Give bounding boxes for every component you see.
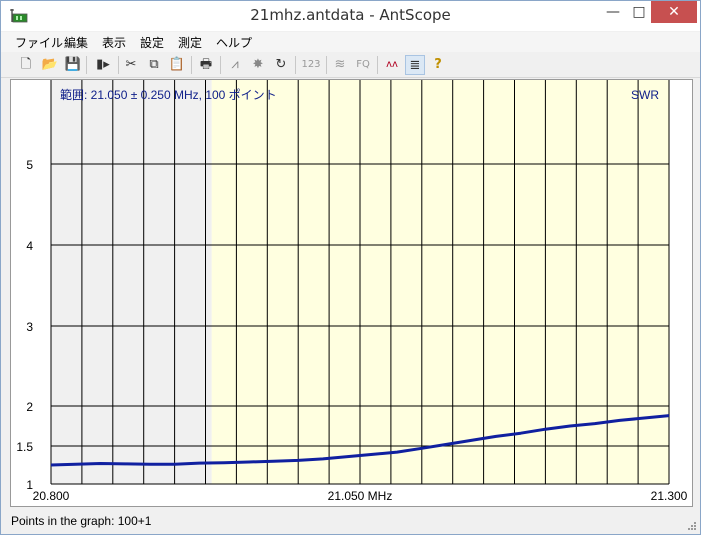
print-icon[interactable]: 🖶 [196,55,216,75]
window-title: 21mhz.antdata - AntScope [250,6,451,24]
wifi-icon[interactable]: ≋ [330,55,350,75]
toolbar: 🗋 📂 💾 ▮▸ ✂ ⧉ 📋 🖶 ⩘ ✸ ↻ 123 ≋ FQ ʌʌ ≣ ? [1,53,700,78]
refresh-icon[interactable]: ↻ [271,55,291,75]
menu-help[interactable]: ヘルプ [216,34,252,51]
swr-chart[interactable]: 11.5234520.800 21.050 MHz 21.300範囲: 21.050… [11,80,692,506]
title-bar: 21mhz.antdata - AntScope — □ ✕ [1,1,700,31]
import-icon[interactable]: ▮▸ [91,55,115,75]
paste-icon[interactable]: 📋 [167,55,187,75]
menu-measure[interactable]: 測定 [178,34,202,51]
toolbar-separator [191,56,192,74]
new-file-icon[interactable]: 🗋 [16,55,36,75]
y-tick-label: 5 [26,158,33,172]
x-tick-label: 21.050 MHz [328,489,393,503]
menu-edit[interactable]: 編集 [64,34,88,51]
menu-settings[interactable]: 設定 [140,34,164,51]
help-icon[interactable]: ? [428,55,448,75]
curves-icon[interactable]: ʌʌ [382,55,402,75]
open-folder-icon[interactable]: 📂 [40,55,60,75]
y-tick-label: 2 [26,400,33,414]
toolbar-separator [326,56,327,74]
y-tick-label: 4 [26,239,33,253]
status-points-text: Points in the graph: 100+1 [11,514,152,528]
close-button[interactable]: ✕ [651,1,697,23]
stop-icon[interactable]: ✸ [248,55,268,75]
app-window: 21mhz.antdata - AntScope — □ ✕ ファイル 編集 表… [0,0,701,535]
x-tick-label: 20.800 [33,489,70,503]
x-tick-label: 21.300 [651,489,688,503]
toolbar-separator [118,56,119,74]
plot-area[interactable]: 1 1.5 2 3 4 5 20.800 21.050 MHz 21.300 範囲: 21.050… [10,79,693,507]
notes-icon[interactable]: ≣ [405,55,425,75]
sweep-icon[interactable]: ⩘ [225,55,245,75]
menu-bar: ファイル 編集 表示 設定 測定 ヘルプ [1,32,700,52]
resize-grip-icon[interactable] [686,520,696,530]
numeric-icon[interactable]: 123 [298,55,324,75]
cut-icon[interactable]: ✂ [121,55,141,75]
menu-file[interactable]: ファイル [15,34,63,51]
out-of-band-region [51,80,212,484]
toolbar-separator [220,56,221,74]
menu-view[interactable]: 表示 [102,34,126,51]
y-tick-label: 3 [26,320,33,334]
toolbar-separator [377,56,378,74]
toolbar-separator [86,56,87,74]
copy-icon[interactable]: ⧉ [144,55,164,75]
y-tick-label: 1.5 [16,440,33,454]
toolbar-separator [295,56,296,74]
maximize-button[interactable]: □ [624,1,654,23]
status-bar: Points in the graph: 100+1 [1,509,700,534]
series-label: SWR [631,88,659,102]
frequency-icon[interactable]: FQ [353,55,373,75]
range-label: 範囲: 21.050 ± 0.250 MHz, 100 ポイント [60,87,277,102]
save-icon[interactable]: 💾 [63,55,83,75]
